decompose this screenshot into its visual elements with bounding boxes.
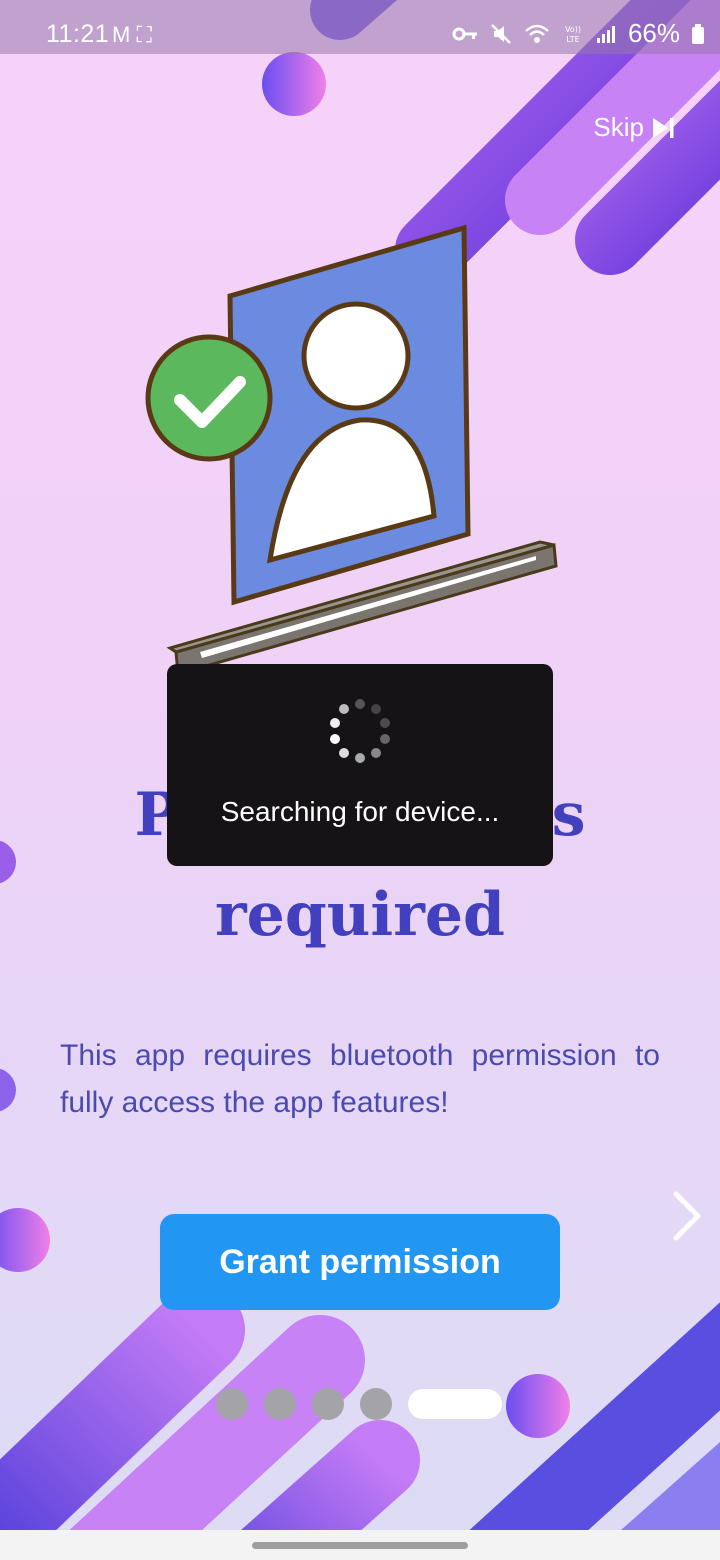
check-badge-icon [145, 334, 273, 462]
battery-level: 66% [627, 18, 680, 48]
home-gesture-handle[interactable] [252, 1542, 468, 1549]
skip-next-icon [653, 117, 674, 138]
page-dot[interactable] [312, 1388, 344, 1420]
page-dot-active[interactable] [408, 1389, 502, 1419]
page-dot[interactable] [360, 1388, 392, 1420]
svg-text:LTE: LTE [566, 35, 579, 44]
page-dot[interactable] [264, 1388, 296, 1420]
onboarding-screen: 11:21 M ⛶ Vo)) LTE 66% Skip is required … [0, 0, 720, 1560]
mute-icon [491, 23, 511, 44]
status-right-icons: Vo)) LTE 66% [452, 18, 704, 49]
page-title-line2: required [215, 880, 505, 950]
status-bar: 11:21 M ⛶ Vo)) LTE 66% [0, 0, 720, 54]
grant-permission-button[interactable]: Grant permission [160, 1214, 560, 1310]
permission-description: This app requires bluetooth permission t… [60, 1039, 660, 1119]
page-dot[interactable] [216, 1388, 248, 1420]
person-head-icon [301, 301, 411, 411]
wifi-icon [525, 24, 549, 43]
svg-text:Vo)): Vo)) [565, 25, 581, 34]
skip-label: Skip [593, 112, 644, 142]
signal-icon [596, 25, 615, 43]
chevron-right-icon[interactable] [668, 1190, 708, 1242]
screenshot-icon: ⛶ [136, 22, 152, 47]
toast-message: Searching for device... [220, 796, 500, 827]
loading-spinner-icon [330, 699, 390, 763]
status-time: 11:21 [46, 20, 110, 48]
gmail-icon: M [112, 22, 131, 47]
battery-icon [692, 23, 704, 44]
face-verification-illustration [145, 224, 558, 676]
status-notification-icons: M ⛶ [112, 22, 152, 48]
skip-button[interactable]: Skip [593, 112, 676, 143]
volte-icon: Vo)) LTE [565, 25, 581, 44]
vpn-key-icon [452, 27, 477, 40]
navigation-bar [0, 1530, 720, 1560]
loading-toast: Searching for device... [167, 664, 553, 866]
